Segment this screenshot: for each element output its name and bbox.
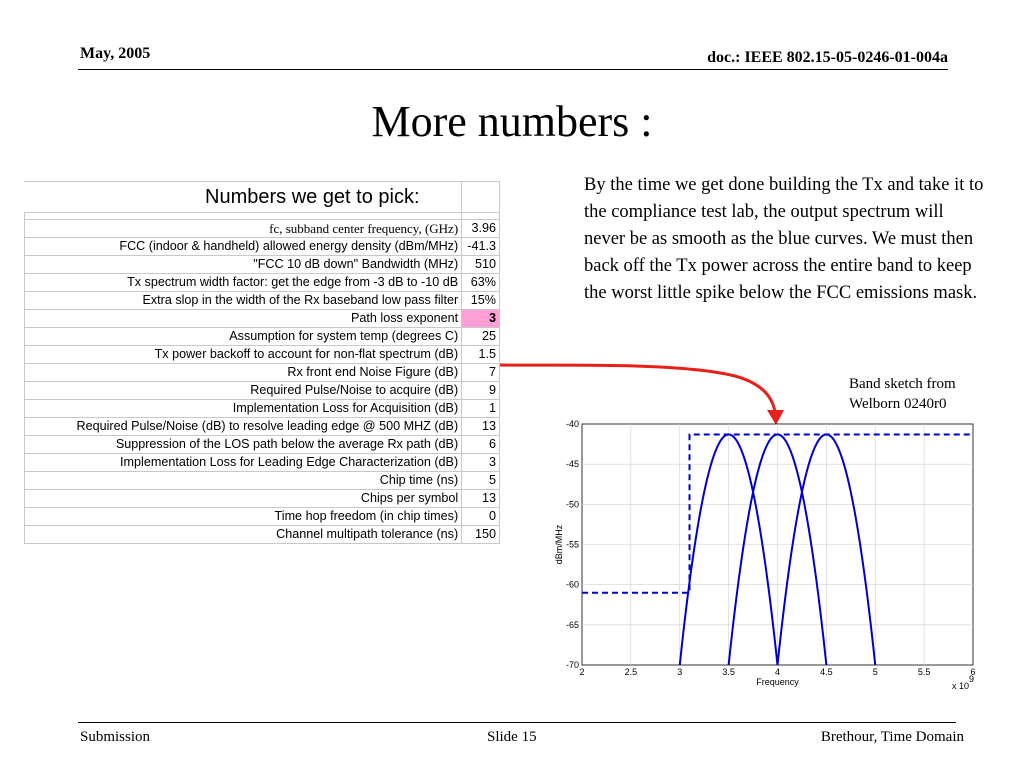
y-tick-label: -65 <box>566 620 579 630</box>
x-axis-label: Frequency <box>756 677 799 687</box>
x-exponent-label: x 10 <box>952 681 969 691</box>
arrow-curve <box>499 363 777 413</box>
x-exponent-power: 9 <box>969 674 974 684</box>
footer-divider <box>78 722 956 723</box>
x-tick-label: 4 <box>775 667 780 677</box>
x-tick-label: 3.5 <box>722 667 735 677</box>
footer-slide-number: Slide 15 <box>487 729 537 745</box>
y-tick-label: -50 <box>566 499 579 509</box>
x-tick-label: 5.5 <box>918 667 931 677</box>
y-tick-label: -45 <box>566 459 579 469</box>
x-tick-label: 3 <box>677 667 682 677</box>
x-tick-label: 4.5 <box>820 667 833 677</box>
y-tick-label: -55 <box>566 540 579 550</box>
footer-author: Brethour, Time Domain <box>820 729 964 745</box>
y-tick-label: -60 <box>566 580 579 590</box>
x-tick-label: 5 <box>873 667 878 677</box>
x-tick-label: 2.5 <box>625 667 638 677</box>
footer-submission: Submission <box>80 729 151 745</box>
y-tick-label: -70 <box>566 660 579 670</box>
y-tick-label: -40 <box>566 419 579 429</box>
spectrum-chart: -40-45-50-55-60-65-702 2.5 3 3.5 4 4.5 5 5.5 6Fr… <box>554 419 976 691</box>
x-tick-label: 2 <box>579 667 584 677</box>
y-axis-label: dBm/MHz <box>554 524 564 564</box>
